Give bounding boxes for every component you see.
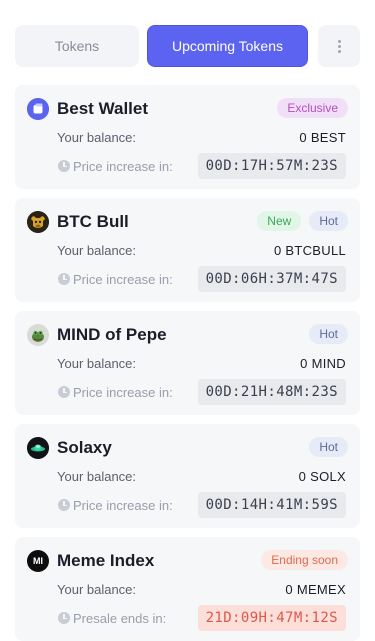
exclusive-badge: Exclusive bbox=[277, 98, 348, 118]
token-card-best-wallet[interactable]: Best Wallet Exclusive Your balance: 0 BE… bbox=[15, 85, 360, 189]
clock-icon bbox=[58, 386, 70, 398]
timer-label: Presale ends in: bbox=[73, 611, 167, 626]
token-tabs: Tokens Upcoming Tokens bbox=[15, 25, 360, 67]
token-name: BTC Bull bbox=[57, 212, 129, 231]
meme-index-logo-text: MI bbox=[33, 556, 43, 566]
balance-label: Your balance: bbox=[57, 243, 137, 258]
hot-badge: Hot bbox=[309, 324, 348, 344]
token-name: Solaxy bbox=[57, 438, 112, 457]
token-badges: Hot bbox=[309, 324, 348, 344]
countdown-timer: 00D:14H:41M:59S bbox=[197, 492, 346, 518]
meme-index-logo: MI bbox=[27, 550, 49, 572]
token-badges: Exclusive bbox=[277, 98, 348, 118]
clock-icon bbox=[58, 273, 70, 285]
hot-badge: Hot bbox=[309, 437, 348, 457]
token-badges: New Hot bbox=[257, 211, 348, 231]
more-vertical-icon bbox=[337, 39, 341, 53]
countdown-timer: 00D:06H:37M:47S bbox=[197, 266, 346, 292]
solaxy-logo bbox=[27, 437, 49, 459]
best-wallet-logo bbox=[27, 98, 49, 120]
tab-upcoming-tokens[interactable]: Upcoming Tokens bbox=[147, 25, 308, 67]
token-name: MIND of Pepe bbox=[57, 325, 167, 344]
clock-icon bbox=[58, 160, 70, 172]
timer-label: Price increase in: bbox=[73, 385, 173, 400]
mind-of-pepe-logo bbox=[27, 324, 49, 346]
token-card-meme-index[interactable]: MI Meme Index Ending soon Your balance: … bbox=[15, 537, 360, 641]
balance-value: 0 SOLX bbox=[298, 469, 346, 484]
token-badges: Hot bbox=[309, 437, 348, 457]
balance-value: 0 MIND bbox=[300, 356, 346, 371]
more-options-button[interactable] bbox=[318, 25, 360, 67]
balance-label: Your balance: bbox=[57, 582, 137, 597]
token-name: Meme Index bbox=[57, 551, 155, 570]
countdown-timer: 00D:21H:48M:23S bbox=[197, 379, 346, 405]
token-card-mind-of-pepe[interactable]: MIND of Pepe Hot Your balance: 0 MIND Pr… bbox=[15, 311, 360, 415]
balance-label: Your balance: bbox=[57, 130, 137, 145]
timer-label: Price increase in: bbox=[73, 159, 173, 174]
token-name: Best Wallet bbox=[57, 99, 149, 118]
tab-tokens[interactable]: Tokens bbox=[15, 25, 139, 67]
clock-icon bbox=[58, 499, 70, 511]
timer-label: Price increase in: bbox=[73, 498, 173, 513]
balance-value: 0 BEST bbox=[299, 130, 346, 145]
balance-label: Your balance: bbox=[57, 356, 137, 371]
ending-soon-badge: Ending soon bbox=[261, 550, 348, 570]
countdown-timer: 00D:17H:57M:23S bbox=[197, 153, 346, 179]
countdown-timer: 21D:09H:47M:12S bbox=[197, 605, 346, 631]
clock-icon bbox=[58, 612, 70, 624]
token-card-btc-bull[interactable]: BTC Bull New Hot Your balance: 0 BTCBULL… bbox=[15, 198, 360, 302]
timer-label: Price increase in: bbox=[73, 272, 173, 287]
new-badge: New bbox=[257, 211, 302, 231]
token-card-solaxy[interactable]: Solaxy Hot Your balance: 0 SOLX Price in… bbox=[15, 424, 360, 528]
btc-bull-logo bbox=[27, 211, 49, 233]
balance-label: Your balance: bbox=[57, 469, 137, 484]
token-badges: Ending soon bbox=[261, 550, 348, 570]
hot-badge: Hot bbox=[309, 211, 348, 231]
balance-value: 0 BTCBULL bbox=[273, 243, 346, 258]
balance-value: 0 MEMEX bbox=[285, 582, 346, 597]
